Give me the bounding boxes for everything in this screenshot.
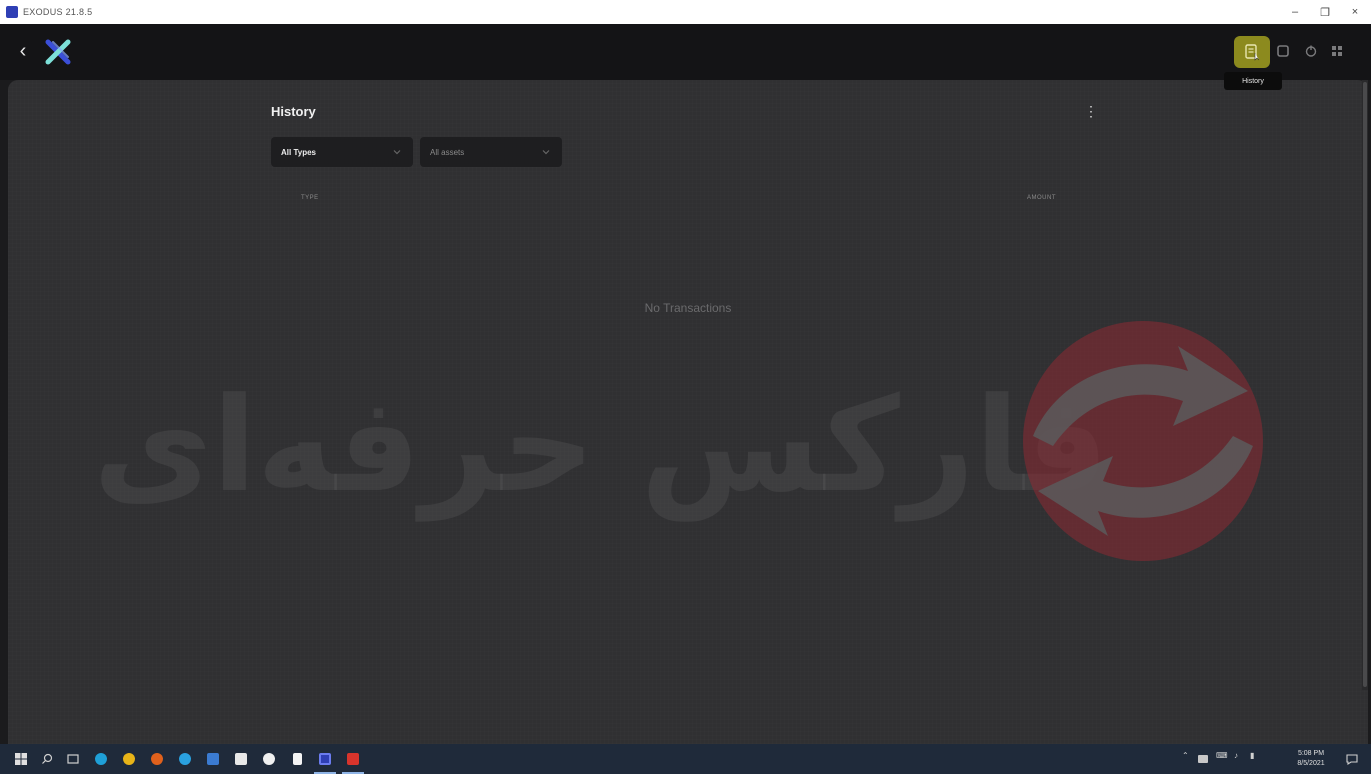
chevron-up-icon[interactable]: ⌃ [1182,751,1189,760]
task-view-icon [67,754,79,764]
window-titlebar: EXODUS 21.8.5 – ❐ × [0,0,1371,24]
file-icon [292,753,302,765]
store-bag-icon [235,753,247,765]
windows-taskbar: ⌃ ⌨ ♪ ▮ 5:08 PM 8/5/2021 [0,744,1371,774]
store-button[interactable] [232,750,250,768]
start-button[interactable] [12,750,30,768]
firefox-button[interactable] [148,750,166,768]
task-view-button[interactable] [64,750,82,768]
chevron-down-icon [393,150,401,155]
firefox-icon [151,753,163,765]
chevron-down-icon [542,150,550,155]
asset-filter-value: All assets [430,147,465,157]
grid-icon [1332,46,1342,56]
edge-icon [95,753,107,765]
history-panel: History ⋮ All Types All assets TYPE AMOU… [8,80,1368,744]
network-icon[interactable] [1198,755,1208,763]
history-button[interactable] [1234,36,1270,68]
column-header-amount: AMOUNT [1027,195,1056,201]
scrollbar[interactable] [1362,80,1368,690]
circle-app-button[interactable] [260,750,278,768]
notification-icon[interactable] [1345,752,1359,766]
grid-app-icon [207,753,219,765]
chrome-icon [123,753,135,765]
watermark-logo [1023,321,1263,561]
red-app-button[interactable] [342,750,364,774]
watermark-text: فارکس حرفه‌ای [93,369,1109,521]
history-tooltip: History [1224,72,1282,90]
more-options-icon[interactable]: ⋮ [1084,102,1098,120]
back-arrow-icon[interactable]: ‹ [14,40,32,62]
page-title: History [271,104,316,119]
chrome-button[interactable] [120,750,138,768]
circle-app-icon [263,753,275,765]
taskbar-clock[interactable]: 5:08 PM 8/5/2021 [1290,749,1332,769]
column-header-type: TYPE [301,195,319,201]
exodus-app-icon [6,6,18,18]
search-button[interactable] [38,750,56,768]
exodus-taskbar-icon [319,753,331,765]
apps-button[interactable] [1324,38,1350,64]
scrollbar-thumb[interactable] [1363,82,1367,687]
exchange-button[interactable] [1270,38,1296,64]
restore-button[interactable]: ❐ [1310,0,1340,24]
type-filter-value: All Types [281,147,316,157]
edge-button[interactable] [92,750,110,768]
exodus-logo[interactable] [44,38,72,66]
store-grid-button[interactable] [204,750,222,768]
history-icon [1245,44,1260,61]
exodus-taskbar-button[interactable] [314,750,336,774]
empty-state-message: No Transactions [644,301,732,315]
square-icon [1277,45,1289,57]
power-icon [1305,45,1317,57]
keyboard-icon[interactable]: ⌨ [1216,751,1228,760]
app-icon [179,753,191,765]
volume-icon[interactable]: ♪ [1234,751,1238,760]
close-button[interactable]: × [1340,0,1370,24]
clock-date: 8/5/2021 [1297,760,1325,767]
window-title: EXODUS 21.8.5 [23,7,93,17]
red-app-icon [347,753,359,765]
minimize-button[interactable]: – [1280,0,1310,24]
app-button[interactable] [176,750,194,768]
search-icon [42,753,53,764]
clock-time: 5:08 PM [1297,750,1325,757]
windows-logo-icon [15,753,27,765]
app-header: ‹ [0,24,1371,80]
type-filter-select[interactable]: All Types [271,137,413,167]
battery-icon[interactable]: ▮ [1250,751,1254,760]
settings-button[interactable] [1298,38,1324,64]
files-button[interactable] [288,750,306,768]
asset-filter-select[interactable]: All assets [420,137,562,167]
